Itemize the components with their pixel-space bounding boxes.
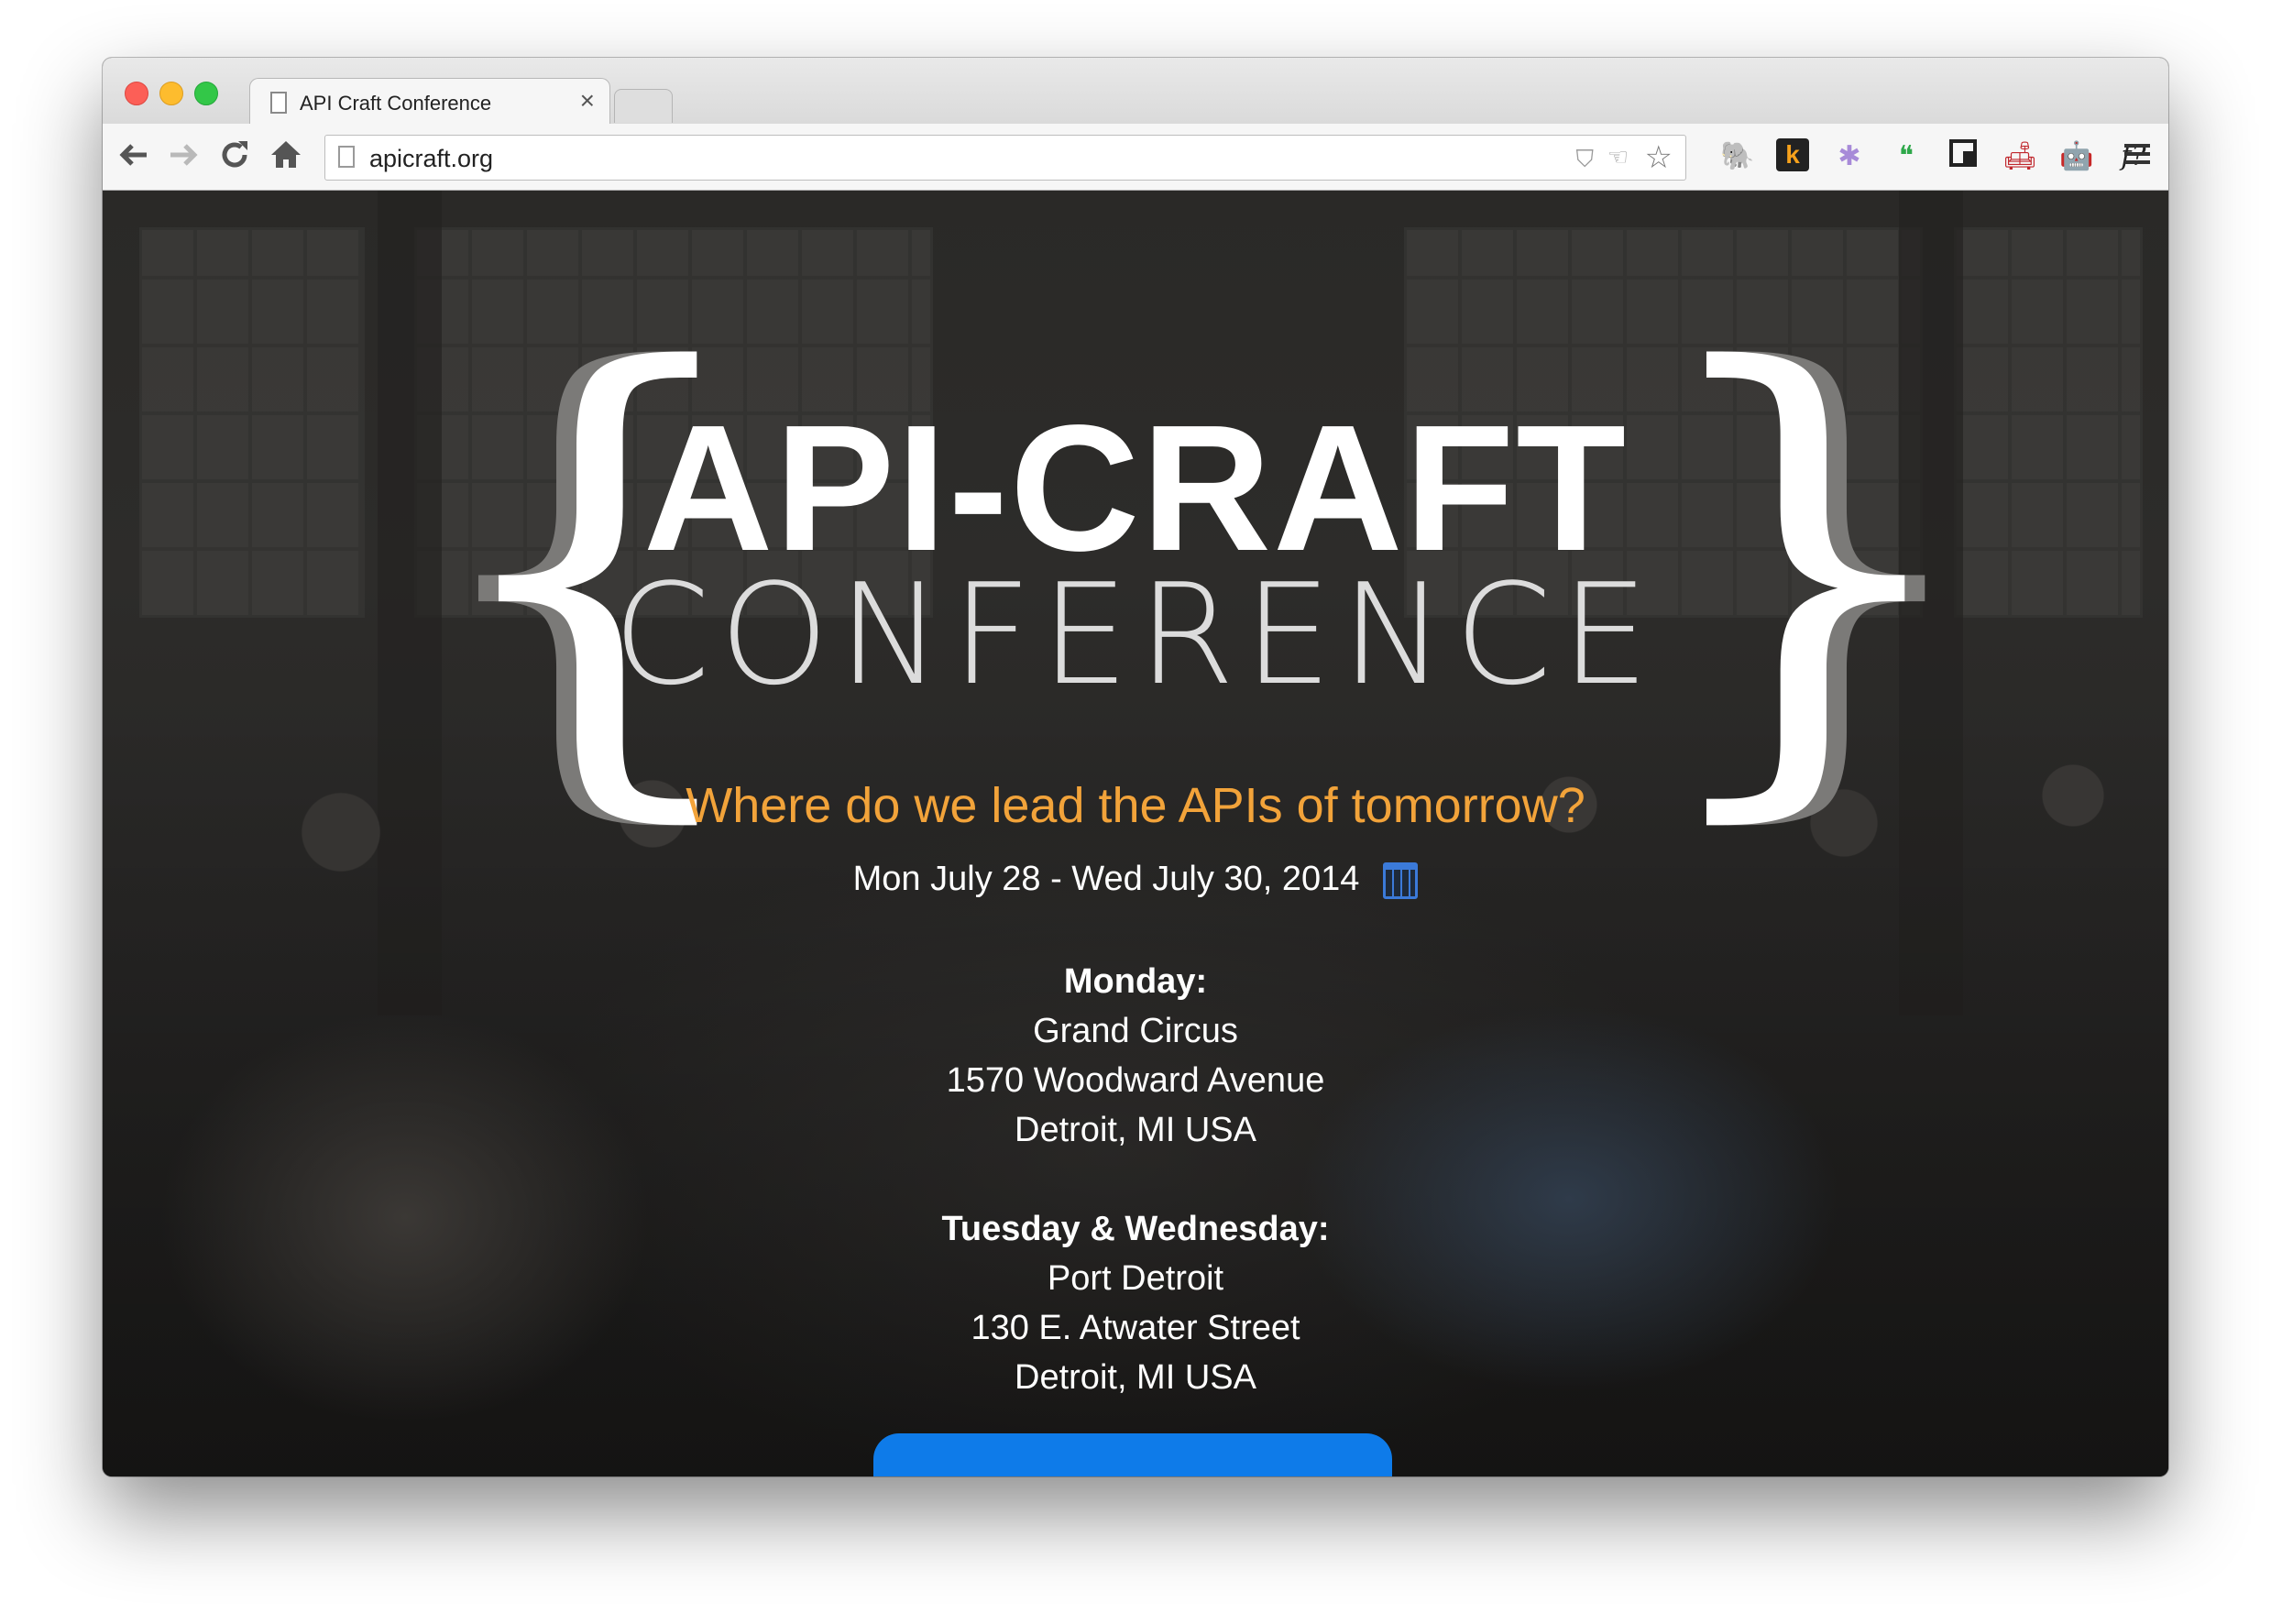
venue-city: Detroit, MI USA	[1015, 1111, 1256, 1149]
hero-section: { } API-CRAFT CONFERENCE Where do we lea…	[103, 191, 2168, 1476]
tagline: Where do we lead the APIs of tomorrow?	[686, 778, 1585, 833]
calendar-icon[interactable]	[1383, 861, 1419, 899]
page-title: API-CRAFT	[642, 388, 1629, 588]
tab-api-craft[interactable]: API Craft Conference ×	[249, 78, 610, 126]
back-icon[interactable]	[115, 137, 152, 173]
new-tab-button[interactable]	[614, 89, 673, 123]
forward-icon[interactable]	[165, 137, 202, 173]
event-dates-text: Mon July 28 - Wed July 30, 2014	[852, 860, 1360, 898]
venue-name: Port Detroit	[1047, 1259, 1224, 1298]
pip-icon[interactable]	[1945, 138, 1981, 175]
tab-strip: API Craft Conference ×	[103, 58, 2168, 126]
venue-city: Detroit, MI USA	[1015, 1358, 1256, 1397]
venue-street: 130 E. Atwater Street	[971, 1309, 1300, 1347]
venue-tuesday-wednesday: Tuesday & Wednesday: Port Detroit 130 E.…	[103, 1204, 2168, 1402]
page-icon	[338, 146, 355, 168]
hand-icon[interactable]: ☜	[1607, 143, 1629, 171]
browser-toolbar: apicraft.org ⛉ ☜ ☆ 🐘 k ✱ ❝ 🛋 🤖 f?	[103, 124, 2168, 191]
tab-close-icon[interactable]: ×	[580, 88, 595, 114]
couch-icon[interactable]: 🛋	[2002, 138, 2038, 175]
robot-icon[interactable]: 🤖	[2058, 138, 2095, 175]
zoom-window-button[interactable]	[194, 82, 218, 105]
menu-icon[interactable]	[2119, 138, 2156, 175]
evernote-icon[interactable]: 🐘	[1719, 138, 1756, 175]
hangouts-icon[interactable]: ❝	[1888, 138, 1925, 175]
shield-icon[interactable]: ⛉	[1575, 145, 1594, 174]
venue-monday: Monday: Grand Circus 1570 Woodward Avenu…	[103, 957, 2168, 1155]
register-button[interactable]	[873, 1433, 1392, 1476]
venue-day: Monday:	[1063, 962, 1208, 1001]
minimize-window-button[interactable]	[159, 82, 183, 105]
bug-icon[interactable]: ✱	[1831, 138, 1868, 175]
home-icon[interactable]	[268, 137, 304, 173]
page-icon	[270, 92, 287, 114]
tab-title: API Craft Conference	[300, 92, 492, 115]
url-text[interactable]: apicraft.org	[369, 145, 493, 173]
venue-street: 1570 Woodward Avenue	[946, 1061, 1325, 1100]
reload-icon[interactable]	[216, 137, 253, 173]
page-subtitle: CONFERENCE	[612, 554, 1659, 716]
browser-window: API Craft Conference × apicraft.org ⛉ ☜ …	[103, 58, 2168, 1476]
k-icon[interactable]: k	[1776, 138, 1809, 171]
venue-day: Tuesday & Wednesday:	[941, 1210, 1330, 1248]
venue-name: Grand Circus	[1033, 1012, 1238, 1050]
page-content: { } API-CRAFT CONFERENCE Where do we lea…	[103, 191, 2168, 1476]
close-window-button[interactable]	[125, 82, 148, 105]
address-bar[interactable]: apicraft.org ⛉ ☜ ☆	[324, 135, 1686, 181]
event-dates: Mon July 28 - Wed July 30, 2014	[103, 860, 2168, 899]
bookmark-star-icon[interactable]: ☆	[1645, 139, 1673, 176]
